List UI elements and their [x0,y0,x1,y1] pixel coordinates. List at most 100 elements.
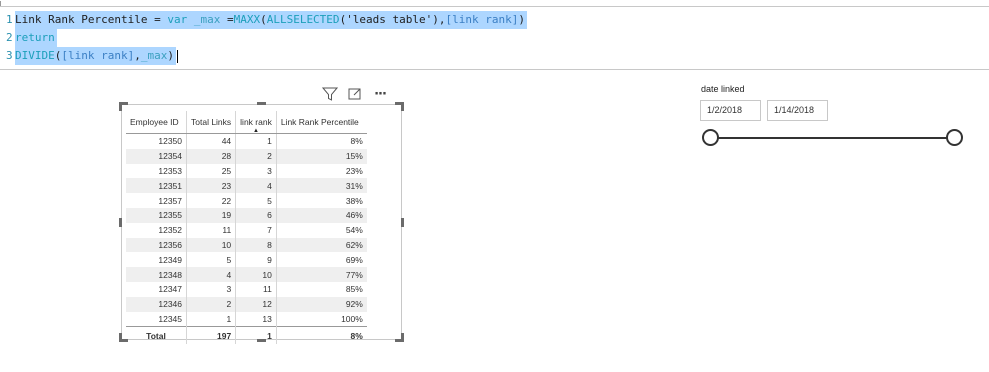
table-row[interactable]: 12356 10 8 62% [126,237,367,253]
visual-header: ··· [322,86,388,102]
table-cell: 12354 [126,148,187,164]
formula-bar-edge [0,1,11,6]
table-cell: 23 [185,178,236,194]
code-token: = [226,13,234,26]
table-cell: 69% [275,252,367,268]
line-number: 3 [6,49,13,62]
total-row: Total 197 1 8% [126,326,367,345]
code-token: _max [187,13,227,26]
total-cell: 1 [235,326,277,345]
end-date-input[interactable]: 1/14/2018 [767,100,828,121]
table-cell: 12345 [158,313,182,324]
table-row[interactable]: 12353 25 3 23% [126,163,367,179]
table-cell: 12351 [126,178,187,194]
more-options-icon[interactable]: ··· [372,86,388,102]
table-cell: 12357 [158,195,182,206]
column-header-employee-id[interactable]: Employee ID [126,111,187,134]
total-cell: 8% [275,326,367,345]
table-cell: 12353 [158,165,182,176]
table-cell: 19 [185,207,236,223]
code-text: Link Rank Percentile = var _max =MAXX(AL… [15,11,528,29]
total-cell: 197 [185,326,236,345]
table-cell: 4 [185,267,236,282]
table-cell: 28 [185,148,236,164]
table-cell: 13 [235,311,277,327]
code-token: [link rank] [61,49,135,62]
table-visual[interactable]: Employee ID Total Links link rank ▲ Link… [119,102,404,345]
table-row[interactable]: 12351 23 4 31% [126,178,367,194]
resize-handle-top-right[interactable] [401,102,404,111]
code-token: ALLSELECTED [266,13,340,26]
resize-handle-bottom-right[interactable] [401,333,404,342]
table-row[interactable]: 12347 3 11 85% [126,281,367,297]
line-number: 2 [6,31,13,44]
table-cell: 10 [185,237,236,253]
table-cell: 11 [235,281,277,297]
table-cell: 12348 [126,267,187,282]
table-cell: 12347 [158,284,182,295]
table-row[interactable]: 12348 4 10 77% [126,267,367,282]
code-token: [link rank] [445,13,519,26]
total-cell: Total [126,326,187,345]
code-token: 'leads table' [346,13,433,26]
table-cell: 4 [235,178,277,194]
start-date-input[interactable]: 1/2/2018 [700,100,761,121]
date-range-track[interactable] [712,137,954,139]
column-header-link-rank-percentile[interactable]: Link Rank Percentile [275,111,367,134]
code-token: DIVIDE [15,49,55,62]
code-token: ), [432,13,446,26]
code-token: ) [518,13,526,26]
code-token: return [15,31,55,44]
filter-icon[interactable] [322,86,338,102]
table-row[interactable]: 12350 44 1 8% [126,133,367,149]
table-cell: 15% [275,148,367,164]
table-cell: 5 [235,193,277,208]
code-token: ( [260,13,267,26]
resize-handle-top-left[interactable] [119,102,122,111]
table-row[interactable]: 12355 19 6 46% [126,207,367,223]
table-cell: 46% [275,207,367,223]
code-line[interactable]: 1 Link Rank Percentile = var _max =MAXX(A… [0,11,528,29]
table-row[interactable]: 12354 28 2 15% [126,148,367,164]
focus-mode-icon[interactable] [347,86,363,102]
code-token: , [134,49,141,62]
table-header-row: Employee ID Total Links link rank ▲ Link… [126,111,367,134]
table-cell: 10 [235,267,277,282]
resize-handle-right[interactable] [401,218,404,227]
data-table: Employee ID Total Links link rank ▲ Link… [126,111,367,345]
code-token: MAXX [233,13,261,26]
table-cell: 12 [235,296,277,312]
text-caret [176,49,178,63]
code-token: ) [167,49,174,62]
code-line[interactable]: 3 DIVIDE([link rank],_max) [0,47,178,65]
table-cell: 1 [185,311,236,327]
table-cell: 2 [235,148,277,164]
table-cell: 38% [275,193,367,208]
table-row[interactable]: 12352 11 7 54% [126,222,367,238]
table-row[interactable]: 12345 1 13 100% [126,311,367,327]
table-cell: 3 [185,281,236,297]
code-text: return [15,29,57,47]
table-cell: 22 [185,193,236,208]
code-token: var [167,13,188,26]
table-row[interactable]: 12357 22 5 38% [126,193,367,208]
end-slider-handle[interactable] [946,129,963,146]
table-row[interactable]: 12349 5 9 69% [126,252,367,268]
resize-handle-bottom-left[interactable] [119,333,122,342]
table-cell: 8 [235,237,277,253]
table-cell: 31% [275,178,367,194]
code-token: _max [140,49,168,62]
start-slider-handle[interactable] [702,129,719,146]
table-cell: 3 [235,163,277,179]
table-cell: 23% [275,163,367,179]
resize-handle-left[interactable] [119,218,122,227]
column-header-link-rank[interactable]: link rank ▲ [235,111,277,134]
table-cell: 85% [275,281,367,297]
table-cell: 77% [275,267,367,282]
table-row[interactable]: 12346 2 12 92% [126,296,367,312]
code-line[interactable]: 2 return [0,29,57,47]
table-cell: 5 [185,252,236,268]
column-header-total-links[interactable]: Total Links [185,111,236,134]
dax-formula-editor[interactable]: 1 Link Rank Percentile = var _max =MAXX(A… [0,1,989,70]
resize-handle-top[interactable] [257,102,266,105]
